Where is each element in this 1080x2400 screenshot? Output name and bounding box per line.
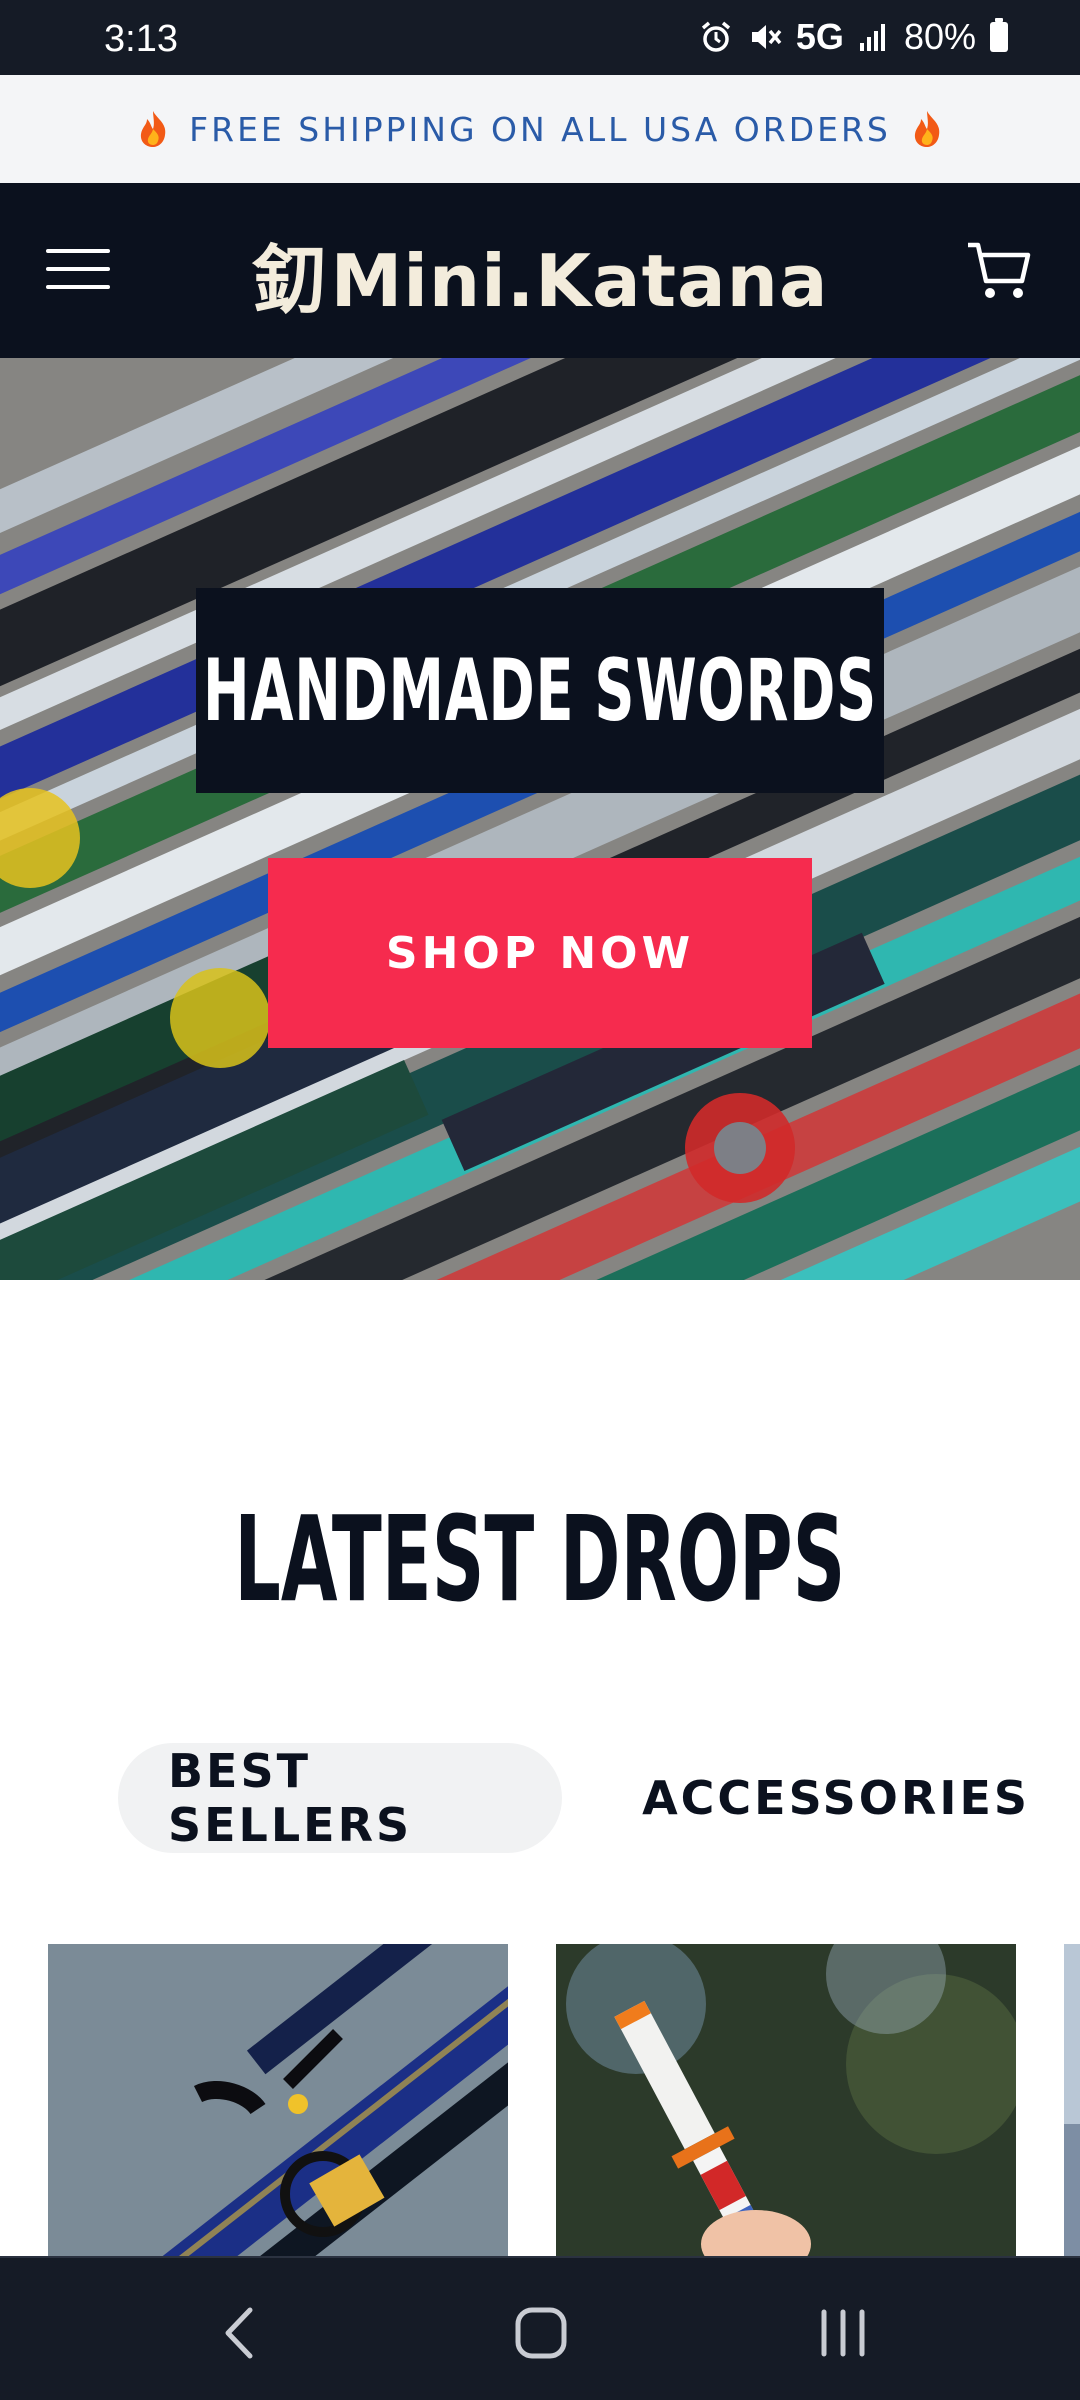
site-header: 釖Mini.Katana	[0, 183, 1080, 358]
network-label: 5G	[795, 16, 844, 57]
back-icon[interactable]	[206, 2298, 276, 2368]
product-carousel	[48, 1944, 1080, 2256]
product-image	[1064, 1944, 1080, 2256]
hero-title: HANDMADE SWORDS	[203, 640, 877, 741]
alarm-icon	[696, 17, 736, 57]
tab-accessories[interactable]: ACCESSORIES	[592, 1743, 1080, 1853]
announcement-bar[interactable]: FREE SHIPPING ON ALL USA ORDERS	[0, 75, 1080, 183]
status-icons: 5G 80%	[696, 16, 1008, 58]
latest-drops-title: LATEST DROPS	[234, 1490, 846, 1628]
announcement-text: FREE SHIPPING ON ALL USA ORDERS	[189, 109, 891, 149]
blue-katana-product-image	[48, 1944, 508, 2256]
system-nav-bar	[0, 2256, 1080, 2400]
hero-banner: HANDMADE SWORDS SHOP NOW	[0, 358, 1080, 1280]
fire-icon	[914, 111, 940, 147]
tab-best-sellers[interactable]: BEST SELLERS	[118, 1743, 563, 1853]
status-bar: 3:13 5G 80%	[0, 0, 1080, 75]
signal-icon	[854, 17, 894, 57]
home-icon[interactable]	[506, 2298, 576, 2368]
logo-glyph: 釖	[251, 238, 327, 324]
mute-icon	[746, 17, 786, 57]
logo-text: Mini.Katana	[330, 239, 829, 323]
site-logo[interactable]: 釖Mini.Katana	[0, 221, 1080, 328]
shop-now-button[interactable]: SHOP NOW	[268, 858, 812, 1048]
recents-icon[interactable]	[808, 2298, 878, 2368]
fire-icon	[141, 111, 166, 147]
cart-icon[interactable]	[964, 235, 1036, 307]
katana-collection-image	[0, 358, 1080, 1280]
battery-icon	[990, 18, 1008, 52]
product-card[interactable]	[48, 1944, 508, 2256]
section-title: LATEST DROPS	[0, 1490, 1080, 1628]
status-time: 3:13	[104, 18, 178, 60]
shop-now-label: SHOP NOW	[385, 927, 695, 979]
battery-label: 80%	[903, 16, 976, 57]
product-card[interactable]	[1064, 1944, 1080, 2256]
product-card[interactable]	[556, 1944, 1016, 2256]
hero-title-box: HANDMADE SWORDS	[196, 588, 884, 793]
collection-tabs: BEST SELLERS ACCESSORIES	[118, 1743, 1080, 1853]
orange-white-katana-product-image	[556, 1944, 1016, 2256]
